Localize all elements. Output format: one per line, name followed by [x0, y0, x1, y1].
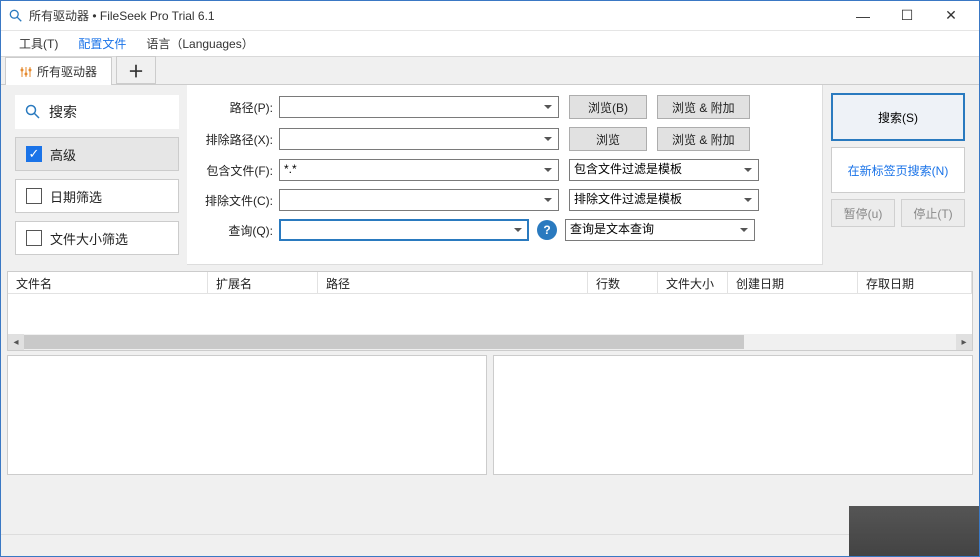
app-icon	[9, 9, 23, 23]
minimize-button[interactable]: —	[843, 2, 883, 30]
search-button[interactable]: 搜索(S)	[831, 93, 965, 141]
col-size[interactable]: 文件大小	[658, 272, 728, 293]
side-search-label: 搜索	[49, 102, 77, 122]
side-date-filter[interactable]: 日期筛选	[15, 179, 179, 213]
include-file-input[interactable]: *.*	[279, 159, 559, 181]
col-accessed[interactable]: 存取日期	[858, 272, 972, 293]
path-label: 路径(P):	[195, 99, 279, 116]
right-pane	[493, 355, 973, 475]
side-search-header: 搜索	[15, 95, 179, 129]
title-bar: 所有驱动器 • FileSeek Pro Trial 6.1 — ☐ ✕	[1, 1, 979, 31]
left-pane	[7, 355, 487, 475]
exclude-mode-select[interactable]: 排除文件过滤是模板	[569, 189, 759, 211]
form-panel: 路径(P): 浏览(B) 浏览 & 附加 排除路径(X): 浏览 浏览 & 附加…	[187, 85, 823, 265]
pause-button[interactable]: 暂停(u)	[831, 199, 895, 227]
col-lines[interactable]: 行数	[588, 272, 658, 293]
exclude-path-input[interactable]	[279, 128, 559, 150]
query-mode-select[interactable]: 查询是文本查询	[565, 219, 755, 241]
search-icon	[25, 104, 41, 120]
browse-button[interactable]: 浏览(B)	[569, 95, 647, 119]
maximize-button[interactable]: ☐	[887, 2, 927, 30]
browse-append-button[interactable]: 浏览 & 附加	[657, 95, 750, 119]
stop-button[interactable]: 停止(T)	[901, 199, 965, 227]
status-bar	[1, 534, 979, 556]
checkbox-icon: ✓	[26, 146, 42, 162]
grid-body	[8, 294, 972, 334]
menu-profiles[interactable]: 配置文件	[68, 32, 136, 55]
menu-tools[interactable]: 工具(T)	[9, 32, 68, 55]
close-button[interactable]: ✕	[931, 2, 971, 30]
overlay-patch	[849, 506, 979, 556]
side-size-filter-label: 文件大小筛选	[50, 229, 128, 248]
grid-hscrollbar[interactable]: ◂ ▸	[8, 334, 972, 350]
side-date-filter-label: 日期筛选	[50, 187, 102, 206]
exclude-file-input[interactable]	[279, 189, 559, 211]
tab-label: 所有驱动器	[37, 63, 97, 80]
query-label: 查询(Q):	[195, 222, 279, 239]
exclude-browse-append-button[interactable]: 浏览 & 附加	[657, 127, 750, 151]
tuning-icon	[20, 66, 32, 78]
scroll-thumb[interactable]	[24, 335, 744, 349]
tab-add[interactable]: ＋	[116, 56, 156, 84]
window-title: 所有驱动器 • FileSeek Pro Trial 6.1	[29, 7, 843, 24]
exclude-browse-button[interactable]: 浏览	[569, 127, 647, 151]
checkbox-icon	[26, 230, 42, 246]
menu-language[interactable]: 语言（Languages）	[136, 32, 263, 55]
side-panel: 搜索 ✓ 高级 日期筛选 文件大小筛选	[7, 85, 187, 265]
query-input[interactable]	[279, 219, 529, 241]
tab-all-drives[interactable]: 所有驱动器	[5, 57, 112, 85]
side-advanced[interactable]: ✓ 高级	[15, 137, 179, 171]
col-ext[interactable]: 扩展名	[208, 272, 318, 293]
col-path[interactable]: 路径	[318, 272, 588, 293]
exclude-file-label: 排除文件(C):	[195, 192, 279, 209]
exclude-path-label: 排除路径(X):	[195, 131, 279, 148]
menu-bar: 工具(T) 配置文件 语言（Languages）	[1, 31, 979, 57]
action-panel: 搜索(S) 在新标签页搜索(N) 暂停(u) 停止(T)	[823, 85, 973, 265]
checkbox-icon	[26, 188, 42, 204]
search-new-tab-button[interactable]: 在新标签页搜索(N)	[831, 147, 965, 193]
path-input[interactable]	[279, 96, 559, 118]
results-grid: 文件名 扩展名 路径 行数 文件大小 创建日期 存取日期 ◂ ▸	[7, 271, 973, 351]
col-filename[interactable]: 文件名	[8, 272, 208, 293]
grid-header: 文件名 扩展名 路径 行数 文件大小 创建日期 存取日期	[8, 272, 972, 294]
side-advanced-label: 高级	[50, 145, 76, 164]
help-icon[interactable]: ?	[537, 220, 557, 240]
bottom-panes	[7, 355, 973, 475]
scroll-left-arrow[interactable]: ◂	[8, 334, 24, 350]
col-created[interactable]: 创建日期	[728, 272, 858, 293]
include-file-label: 包含文件(F):	[195, 162, 279, 179]
include-mode-select[interactable]: 包含文件过滤是模板	[569, 159, 759, 181]
work-area: 搜索 ✓ 高级 日期筛选 文件大小筛选 路径(P): 浏览(B) 浏览 & 附加	[1, 85, 979, 534]
scroll-right-arrow[interactable]: ▸	[956, 334, 972, 350]
side-size-filter[interactable]: 文件大小筛选	[15, 221, 179, 255]
tab-strip: 所有驱动器 ＋	[1, 57, 979, 85]
